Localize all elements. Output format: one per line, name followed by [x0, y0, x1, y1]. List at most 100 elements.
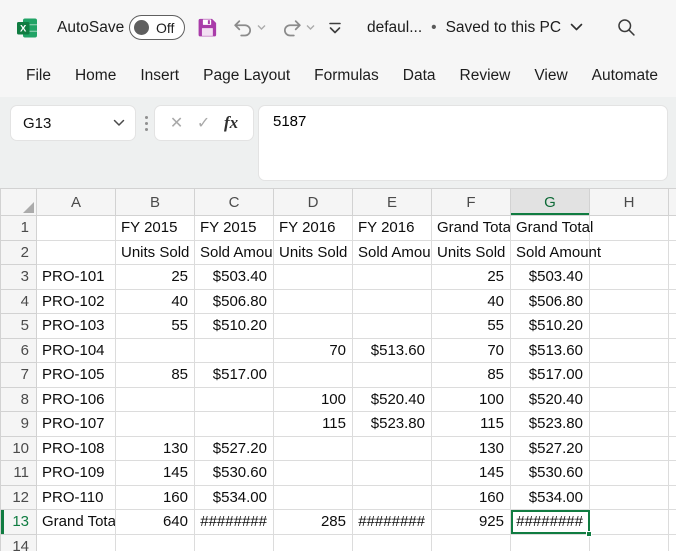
cell-H1[interactable]	[590, 216, 669, 241]
cell-A8[interactable]: PRO-106	[37, 387, 116, 412]
column-header-C[interactable]: C	[195, 189, 274, 216]
cell-G2[interactable]: Sold Amount	[511, 240, 590, 265]
cell-C11[interactable]: $530.60	[195, 461, 274, 486]
cell-B7[interactable]: 85	[116, 363, 195, 388]
cell-F10[interactable]: 130	[432, 436, 511, 461]
cell-G8[interactable]: $520.40	[511, 387, 590, 412]
fill-handle[interactable]	[586, 531, 592, 537]
row-header-7[interactable]: 7	[1, 363, 37, 388]
cell-E3[interactable]	[353, 265, 432, 290]
insert-function-icon[interactable]: fx	[224, 113, 238, 133]
cell-D4[interactable]	[274, 289, 353, 314]
tab-view[interactable]: View	[522, 61, 579, 91]
cell-C8[interactable]	[195, 387, 274, 412]
tab-automate[interactable]: Automate	[580, 61, 670, 91]
cell-F12[interactable]: 160	[432, 485, 511, 510]
search-icon[interactable]	[616, 0, 637, 55]
cell-B4[interactable]: 40	[116, 289, 195, 314]
undo-button[interactable]	[232, 0, 266, 55]
cell-D10[interactable]	[274, 436, 353, 461]
cell-B2[interactable]: Units Sold	[116, 240, 195, 265]
cell-D12[interactable]	[274, 485, 353, 510]
cell-H12[interactable]	[590, 485, 669, 510]
cell-G11[interactable]: $530.60	[511, 461, 590, 486]
row-header-11[interactable]: 11	[1, 461, 37, 486]
column-header-F[interactable]: F	[432, 189, 511, 216]
row-header-10[interactable]: 10	[1, 436, 37, 461]
cell-D11[interactable]	[274, 461, 353, 486]
cell-F8[interactable]: 100	[432, 387, 511, 412]
cell-C5[interactable]: $510.20	[195, 314, 274, 339]
cell-E7[interactable]	[353, 363, 432, 388]
cell-A6[interactable]: PRO-104	[37, 338, 116, 363]
row-header-1[interactable]: 1	[1, 216, 37, 241]
cell-H3[interactable]	[590, 265, 669, 290]
column-header-E[interactable]: E	[353, 189, 432, 216]
row-header-2[interactable]: 2	[1, 240, 37, 265]
cell-F6[interactable]: 70	[432, 338, 511, 363]
cell-D6[interactable]: 70	[274, 338, 353, 363]
name-box-dropdown-icon[interactable]	[113, 119, 125, 127]
cell-D9[interactable]: 115	[274, 412, 353, 437]
cell-H6[interactable]	[590, 338, 669, 363]
cell-D7[interactable]	[274, 363, 353, 388]
cell-A11[interactable]: PRO-109	[37, 461, 116, 486]
cell-D13[interactable]: 285	[274, 510, 353, 535]
column-header-B[interactable]: B	[116, 189, 195, 216]
cell-C2[interactable]: Sold Amount	[195, 240, 274, 265]
cell-E8[interactable]: $520.40	[353, 387, 432, 412]
cell-D5[interactable]	[274, 314, 353, 339]
cell-G9[interactable]: $523.80	[511, 412, 590, 437]
cell-D1[interactable]: FY 2016	[274, 216, 353, 241]
cell-D14[interactable]	[274, 534, 353, 551]
cell-B9[interactable]	[116, 412, 195, 437]
cell-A1[interactable]	[37, 216, 116, 241]
cell-A9[interactable]: PRO-107	[37, 412, 116, 437]
cell-E10[interactable]	[353, 436, 432, 461]
row-header-12[interactable]: 12	[1, 485, 37, 510]
cell-C7[interactable]: $517.00	[195, 363, 274, 388]
cell-B3[interactable]: 25	[116, 265, 195, 290]
cell-F7[interactable]: 85	[432, 363, 511, 388]
redo-button[interactable]	[281, 0, 315, 55]
row-header-4[interactable]: 4	[1, 289, 37, 314]
cell-E9[interactable]: $523.80	[353, 412, 432, 437]
saved-status[interactable]: Saved to this PC	[446, 19, 561, 37]
column-header-H[interactable]: H	[590, 189, 669, 216]
cell-E4[interactable]	[353, 289, 432, 314]
cell-H9[interactable]	[590, 412, 669, 437]
cell-C4[interactable]: $506.80	[195, 289, 274, 314]
cell-H7[interactable]	[590, 363, 669, 388]
cell-A3[interactable]: PRO-101	[37, 265, 116, 290]
row-header-14[interactable]: 14	[1, 534, 37, 551]
cell-B1[interactable]: FY 2015	[116, 216, 195, 241]
cell-E6[interactable]: $513.60	[353, 338, 432, 363]
cell-G6[interactable]: $513.60	[511, 338, 590, 363]
cell-F2[interactable]: Units Sold	[432, 240, 511, 265]
enter-icon[interactable]: ✓	[197, 113, 210, 133]
cell-A7[interactable]: PRO-105	[37, 363, 116, 388]
cell-H11[interactable]	[590, 461, 669, 486]
formula-bar-grip-icon[interactable]	[142, 105, 150, 141]
cell-B5[interactable]: 55	[116, 314, 195, 339]
tab-home[interactable]: Home	[63, 61, 128, 91]
cell-E2[interactable]: Sold Amount	[353, 240, 432, 265]
customize-toolbar-icon[interactable]	[327, 0, 343, 55]
cell-D8[interactable]: 100	[274, 387, 353, 412]
cell-H14[interactable]	[590, 534, 669, 551]
cell-C12[interactable]: $534.00	[195, 485, 274, 510]
cell-D3[interactable]	[274, 265, 353, 290]
cell-A13[interactable]: Grand Total	[37, 510, 116, 535]
cell-F9[interactable]: 115	[432, 412, 511, 437]
cell-C9[interactable]	[195, 412, 274, 437]
cell-E12[interactable]	[353, 485, 432, 510]
cell-F4[interactable]: 40	[432, 289, 511, 314]
tab-insert[interactable]: Insert	[128, 61, 191, 91]
cell-B14[interactable]	[116, 534, 195, 551]
cell-B13[interactable]: 640	[116, 510, 195, 535]
cell-G3[interactable]: $503.40	[511, 265, 590, 290]
document-title[interactable]: defaul...	[367, 19, 422, 37]
cell-E11[interactable]	[353, 461, 432, 486]
cell-C6[interactable]	[195, 338, 274, 363]
tab-page-layout[interactable]: Page Layout	[191, 61, 302, 91]
